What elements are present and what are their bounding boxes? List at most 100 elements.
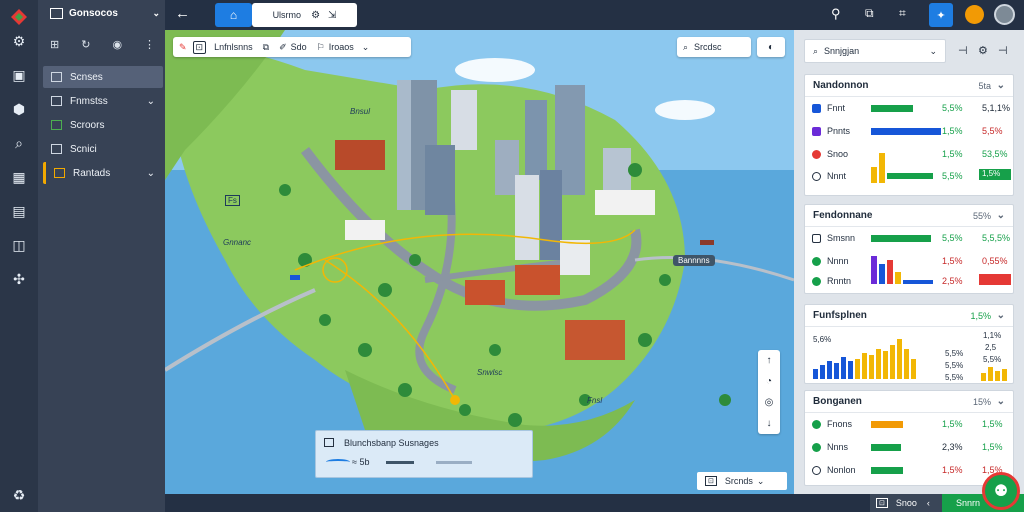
row-value: 1,5%	[942, 465, 963, 475]
panel-value: 15%	[972, 396, 991, 407]
recycle-icon[interactable]: ♻	[8, 484, 30, 506]
pin-icon[interactable]: ⊣	[998, 44, 1008, 57]
stat-bar	[871, 105, 913, 112]
map-title: Lnfnlsnns	[214, 42, 253, 52]
panel-header[interactable]: Nandonnon 5ta ⌄	[805, 75, 1013, 97]
sidebar-header[interactable]: Gonsocos ⌄	[50, 5, 160, 21]
user-icon[interactable]: ⚲	[831, 6, 841, 22]
grid-icon[interactable]: ⊞	[50, 38, 59, 51]
more-icon[interactable]: ⋮	[144, 38, 155, 51]
avatar[interactable]	[994, 4, 1015, 25]
map-footer-control[interactable]: ⊡ Srcnds ⌄	[697, 472, 787, 490]
search-icon: ⌕	[683, 41, 689, 52]
stat-bar	[871, 256, 877, 284]
chart-value: 1,1%	[983, 331, 1002, 340]
stat-row: Pnnts 1,5% 5,5%	[805, 120, 1013, 143]
tab-ulsrmo[interactable]: Ulsrmo ⚙ ⇲	[252, 3, 357, 27]
row-icon	[812, 420, 821, 429]
box-icon[interactable]: ⬢	[8, 98, 30, 120]
row-value: 5,5,5%	[982, 233, 1011, 243]
chevron-down-icon: ⌄	[996, 310, 1005, 321]
chevron-down-icon: ⌄	[996, 396, 1005, 407]
edit-icon[interactable]: ✐	[279, 42, 287, 53]
panel-title: Bonganen	[813, 396, 862, 407]
stat-bar	[871, 167, 877, 183]
map-search[interactable]: ⌕ Srcdsc	[677, 37, 751, 57]
robot-icon: ⚉	[993, 483, 1009, 500]
sidebar-item-scnici[interactable]: Scnici	[43, 138, 163, 160]
row-icon	[812, 104, 821, 113]
chevron-down-icon: ⌄	[756, 475, 765, 486]
menu-icon	[50, 7, 63, 19]
notification-button[interactable]: ✦	[929, 3, 953, 27]
mode-label[interactable]: Sdo	[291, 42, 307, 52]
back-arrow-icon[interactable]: ←	[175, 5, 190, 22]
layer-dropdown[interactable]: Iroaos	[329, 42, 354, 52]
panel-header[interactable]: Funfsplnen 1,5% ⌄	[805, 305, 1013, 327]
zoom-out-icon[interactable]: ↓	[767, 418, 772, 429]
refresh-icon[interactable]: ↻	[81, 38, 90, 51]
locate-icon[interactable]: ◎	[765, 397, 774, 408]
settings-icon[interactable]: ⚙	[978, 44, 988, 57]
home-tab[interactable]: ⌂	[215, 3, 252, 27]
sidebar-item-fnmstss[interactable]: Fnmstss ⌄	[43, 90, 163, 112]
expand-icon[interactable]: ⧉	[865, 6, 874, 21]
stat-row: Fnons 1,5% 1,5%	[805, 413, 1013, 436]
copy-icon[interactable]: ⧉	[263, 42, 269, 53]
map-settings-button[interactable]: ◐	[757, 37, 785, 57]
search-icon[interactable]: ⌕	[8, 132, 30, 154]
network-icon[interactable]: ⚙	[8, 30, 30, 52]
chart-bar	[988, 367, 993, 381]
chevron-down-icon: ⌄	[996, 210, 1005, 221]
row-icon	[812, 127, 821, 136]
assistant-fab[interactable]: ⚉	[982, 472, 1020, 510]
qr-icon[interactable]: ⌗	[899, 6, 906, 21]
row-value: 1,5%	[942, 256, 963, 266]
row-label: Snoo	[827, 149, 849, 159]
chart-label: 5,5%	[945, 373, 964, 382]
table-icon[interactable]: ▦	[8, 166, 30, 188]
layers-icon[interactable]: ⊡	[192, 40, 207, 54]
panel-header[interactable]: Bonganen 15% ⌄	[805, 391, 1013, 413]
chevron-down-icon[interactable]: ⌄	[362, 42, 370, 53]
map-label[interactable]: Bannnns	[673, 255, 715, 266]
row-value: 0,55%	[982, 256, 1008, 266]
panel-value: 5ta	[978, 80, 991, 91]
icon-rail: ⚙ ▣ ⬢ ⌕ ▦ ▤ ◫ ✣ ♻	[0, 0, 38, 512]
panel-header[interactable]: Fendonnane 55% ⌄	[805, 205, 1013, 227]
share-icon[interactable]: ✣	[8, 268, 30, 290]
map-toolbar: ✎ ⊡ Lnfnlsnns ⧉ ✐ Sdo ⚐ Iroaos ⌄	[173, 37, 411, 57]
sidebar-item-label: Rantads	[73, 167, 111, 179]
stat-bar	[887, 173, 933, 179]
sidebar-item-rantads[interactable]: Rantads ⌄	[43, 162, 163, 184]
compass-icon[interactable]: ◔	[766, 376, 772, 387]
chart-icon[interactable]: ◫	[8, 234, 30, 256]
pin-icon[interactable]: ⊣	[958, 44, 968, 57]
panel-title: Fendonnane	[813, 210, 873, 221]
row-label: Fnons	[827, 419, 853, 429]
info-line	[436, 461, 472, 464]
chart-bar	[820, 365, 825, 379]
record-icon[interactable]: ◉	[112, 38, 122, 51]
document-icon[interactable]: ▣	[8, 64, 30, 86]
zoom-in-icon[interactable]: ↑	[767, 355, 772, 366]
coin-icon[interactable]	[965, 5, 984, 24]
chevron-down-icon: ⌄	[146, 167, 155, 179]
map-label: Fnsl	[587, 396, 603, 405]
stat-bar	[871, 421, 903, 428]
app-logo-icon[interactable]	[8, 6, 30, 28]
stat-row: Smsnn 5,5% 5,5,5%	[805, 227, 1013, 250]
chart-bar	[813, 369, 818, 379]
map-view[interactable]: Bnsul Gnnanc Snwlsc Bannnns Fnsl Fs ✎ ⊡ …	[165, 30, 794, 494]
status-label: Snoo	[895, 498, 917, 508]
file-icon[interactable]: ▤	[8, 200, 30, 222]
sidebar-item-scnses[interactable]: Scnses	[43, 66, 163, 88]
map-info-box[interactable]: Blunchsbanp Susnages ≈ 5b	[315, 430, 533, 478]
status-item[interactable]: ⊡ Snoo ‹	[870, 494, 942, 512]
sidebar-item-scroors[interactable]: Scroors	[43, 114, 163, 136]
row-label: Nnns	[827, 442, 849, 452]
right-search-select[interactable]: ⌕ Snnjgjan ⌄	[804, 39, 946, 63]
filter-icon[interactable]: ⚐	[317, 42, 325, 53]
stat-bar	[887, 260, 893, 284]
pencil-icon[interactable]: ✎	[179, 42, 187, 53]
